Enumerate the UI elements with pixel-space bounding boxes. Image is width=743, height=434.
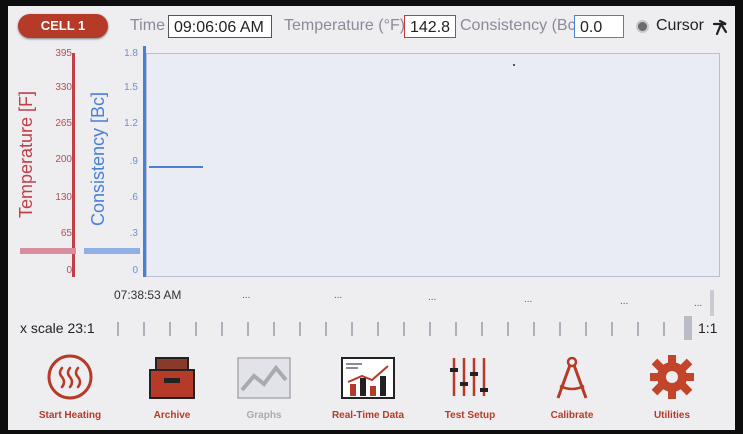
- consistency-tick: .3: [129, 228, 138, 239]
- signal-icon[interactable]: [712, 18, 730, 36]
- consistency-tick: 1.5: [124, 82, 138, 93]
- time-field: 09:06:06 AM: [168, 15, 272, 38]
- nav-label: Start Heating: [38, 410, 102, 421]
- temperature-axis-label: Temperature [F]: [16, 90, 36, 218]
- time-label: Time: [130, 17, 165, 34]
- status-bar: CELL 1 Time 09:06:06 AM Temperature (°F)…: [8, 6, 735, 46]
- nav-label: Archive: [153, 410, 191, 421]
- x-marker: ...: [242, 290, 251, 301]
- x-scroll-edge: [710, 290, 714, 316]
- bottom-nav: Start Heating Archive Graphs Real-Time D…: [8, 348, 735, 430]
- calibrate-button[interactable]: Calibrate: [522, 348, 622, 430]
- utilities-button[interactable]: Utilities: [622, 348, 722, 430]
- test-setup-button[interactable]: Test Setup: [420, 348, 520, 430]
- temp-tick: 330: [55, 82, 72, 93]
- compass-icon: [556, 356, 588, 399]
- x-scale-label: x scale 23:1: [20, 320, 95, 336]
- cursor-label[interactable]: Cursor: [656, 17, 704, 35]
- consistency-axis-label: Consistency [Bc]: [88, 91, 108, 226]
- nav-label: Graphs: [246, 410, 282, 421]
- cell-selector-button[interactable]: CELL 1: [18, 14, 108, 38]
- temperature-label: Temperature (°F): [284, 17, 406, 34]
- x-scale-slider-thumb[interactable]: [684, 316, 692, 340]
- temp-tick: 65: [60, 228, 72, 239]
- temp-tick: 130: [55, 192, 72, 203]
- archive-button[interactable]: Archive: [122, 348, 222, 430]
- consistency-level-marker: [84, 248, 140, 254]
- graph-icon: [237, 357, 291, 399]
- x-marker: ...: [694, 298, 703, 309]
- temp-tick: 395: [55, 48, 72, 59]
- consistency-trace: [149, 166, 203, 168]
- start-heating-button[interactable]: Start Heating: [20, 348, 120, 430]
- gear-icon: [650, 355, 694, 399]
- consistency-label: Consistency (Bc): [460, 17, 581, 34]
- x-scale-ratio: 1:1: [698, 320, 718, 336]
- x-marker: ...: [334, 290, 343, 301]
- consistency-field: 0.0: [574, 15, 624, 38]
- consistency-tick: 1.8: [124, 48, 138, 59]
- temp-tick: 200: [55, 154, 72, 165]
- archive-box-icon: [149, 357, 195, 399]
- nav-label: Real-Time Data: [331, 410, 405, 421]
- temp-tick: 265: [55, 118, 72, 129]
- nav-label: Calibrate: [550, 410, 594, 421]
- temp-tick: 0: [66, 265, 72, 276]
- temperature-axis-line: [72, 53, 75, 277]
- screen: CELL 1 Time 09:06:06 AM Temperature (°F)…: [8, 6, 735, 430]
- plot-dot: [513, 64, 515, 66]
- sliders-icon: [450, 358, 488, 396]
- x-marker: ...: [620, 296, 629, 307]
- consistency-tick: .6: [129, 192, 138, 203]
- heat-icon: [47, 354, 93, 400]
- x-marker: ...: [524, 294, 533, 305]
- consistency-tick: 0: [132, 265, 138, 276]
- real-time-data-button[interactable]: Real-Time Data: [318, 348, 418, 430]
- consistency-tick: .9: [129, 156, 138, 167]
- x-scale-bar[interactable]: x scale 23:1 1:1: [8, 316, 735, 340]
- nav-label: Test Setup: [444, 410, 496, 421]
- temperature-level-marker: [20, 248, 76, 254]
- x-start-time: 07:38:53 AM: [114, 288, 182, 302]
- consistency-tick: 1.2: [124, 118, 138, 129]
- cursor-toggle[interactable]: [636, 20, 649, 33]
- realtime-chart-icon: [341, 357, 395, 399]
- x-scale-ticks[interactable]: [112, 320, 692, 338]
- graphs-button[interactable]: Graphs: [214, 348, 314, 430]
- temperature-field: 142.8: [404, 15, 456, 38]
- plot-area[interactable]: [146, 53, 720, 277]
- nav-label: Utilities: [653, 410, 691, 421]
- x-marker: ...: [428, 292, 437, 303]
